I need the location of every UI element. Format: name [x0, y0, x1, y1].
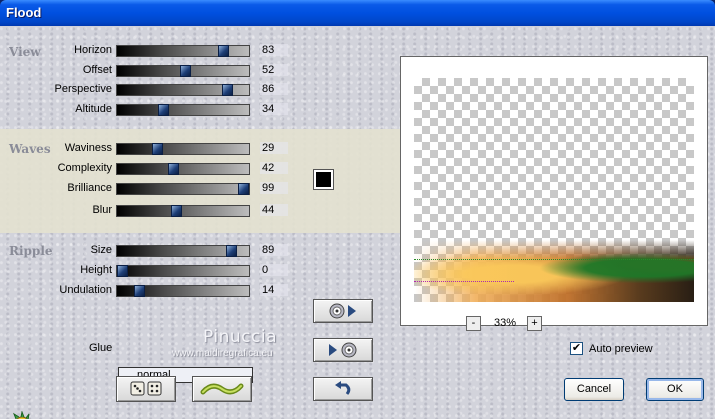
altitude-guide-line: [414, 281, 514, 282]
slider-altitude-value[interactable]: 34: [260, 103, 288, 115]
slider-complexity-thumb[interactable]: [168, 163, 180, 175]
watermark-site: www.maidiregrafica.eu: [172, 348, 273, 359]
randomize-button[interactable]: [116, 376, 176, 402]
slider-horizon: Horizon 83: [0, 43, 290, 59]
presets-button[interactable]: [192, 376, 252, 402]
zoom-in-button[interactable]: +: [527, 316, 542, 331]
slider-height-value[interactable]: 0: [260, 264, 288, 276]
save-preset-button[interactable]: [313, 338, 373, 362]
slider-brilliance-value[interactable]: 99: [260, 182, 288, 194]
slider-height-label: Height: [80, 264, 112, 276]
slider-perspective-label: Perspective: [54, 83, 112, 95]
reset-button[interactable]: [313, 377, 373, 401]
slider-waviness: Waviness 29: [0, 141, 290, 157]
waves-color-swatch[interactable]: [313, 169, 334, 190]
slider-undulation-value[interactable]: 14: [260, 284, 288, 296]
slider-blur: Blur 44: [0, 203, 290, 219]
slider-undulation-track[interactable]: [116, 285, 250, 297]
slider-offset-label: Offset: [82, 64, 112, 76]
load-preset-button[interactable]: [313, 299, 373, 323]
slider-offset-value[interactable]: 52: [260, 64, 288, 76]
slider-offset-track[interactable]: [116, 65, 250, 77]
slider-height: Height 0: [0, 263, 290, 279]
undo-arrow-icon: [335, 381, 351, 395]
slider-size-thumb[interactable]: [225, 245, 237, 257]
slider-perspective: Perspective 86: [0, 82, 290, 98]
slider-blur-value[interactable]: 44: [260, 204, 288, 216]
slider-blur-track[interactable]: [116, 205, 250, 217]
slider-waviness-thumb[interactable]: [152, 143, 164, 155]
slider-size-label: Size: [90, 244, 112, 256]
slider-brilliance: Brilliance 99: [0, 181, 290, 197]
slider-horizon-label: Horizon: [74, 44, 112, 56]
glue-label: Glue: [89, 342, 113, 354]
slider-offset: Offset 52: [0, 63, 290, 79]
slider-altitude-track[interactable]: [116, 104, 250, 116]
slider-waviness-track[interactable]: [116, 143, 250, 155]
flood-preview-image: [414, 240, 694, 302]
slider-altitude-thumb[interactable]: [158, 104, 170, 116]
zoom-out-button[interactable]: -: [466, 316, 481, 331]
slider-height-thumb[interactable]: [117, 265, 128, 277]
slider-brilliance-thumb[interactable]: [237, 183, 249, 195]
preview-canvas[interactable]: [414, 78, 694, 302]
wave-icon: [200, 383, 244, 395]
auto-preview-label[interactable]: Auto preview: [589, 343, 653, 355]
title-bar[interactable]: Flood: [0, 0, 715, 26]
plugin-logo-icon: [12, 411, 30, 419]
ok-button[interactable]: OK: [646, 378, 704, 401]
window-title: Flood: [6, 5, 42, 20]
watermark-name: Pinuccia: [203, 327, 277, 347]
slider-complexity-label: Complexity: [57, 162, 112, 174]
slider-waviness-label: Waviness: [64, 142, 112, 154]
slider-undulation: Undulation 14: [0, 283, 290, 299]
slider-complexity-value[interactable]: 42: [260, 162, 288, 174]
slider-horizon-track[interactable]: [116, 45, 250, 57]
dialog-body: View Waves Ripple Horizon 83 Offset 52 P…: [0, 26, 715, 419]
slider-brilliance-track[interactable]: [116, 183, 250, 195]
cancel-button[interactable]: Cancel: [564, 378, 624, 401]
slider-undulation-thumb[interactable]: [134, 285, 146, 297]
slider-horizon-thumb[interactable]: [218, 45, 230, 57]
slider-complexity-track[interactable]: [116, 163, 250, 175]
slider-height-track[interactable]: [116, 265, 250, 277]
slider-size-value[interactable]: 89: [260, 244, 288, 256]
slider-complexity: Complexity 42: [0, 161, 290, 177]
slider-altitude-label: Altitude: [75, 103, 112, 115]
preview-panel[interactable]: [400, 56, 708, 326]
auto-preview-checkbox[interactable]: ✔: [570, 342, 583, 355]
slider-horizon-value[interactable]: 83: [260, 44, 288, 56]
slider-perspective-value[interactable]: 86: [260, 83, 288, 95]
dice-icon: [130, 381, 162, 396]
slider-size-track[interactable]: [116, 245, 250, 257]
slider-blur-thumb[interactable]: [170, 205, 182, 217]
slider-size: Size 89: [0, 243, 290, 259]
slider-perspective-thumb[interactable]: [221, 84, 233, 96]
slider-undulation-label: Undulation: [59, 284, 112, 296]
slider-blur-label: Blur: [92, 204, 112, 216]
waves-color-fill: [316, 172, 331, 187]
zoom-level: 33%: [494, 317, 517, 329]
slider-perspective-track[interactable]: [116, 84, 250, 96]
slider-offset-thumb[interactable]: [180, 65, 192, 77]
slider-brilliance-label: Brilliance: [67, 182, 112, 194]
slider-altitude: Altitude 34: [0, 102, 290, 118]
disc-play-icon: [329, 303, 356, 319]
slider-waviness-value[interactable]: 29: [260, 142, 288, 154]
horizon-guide-line: [414, 259, 694, 260]
play-disc-icon: [329, 342, 357, 358]
